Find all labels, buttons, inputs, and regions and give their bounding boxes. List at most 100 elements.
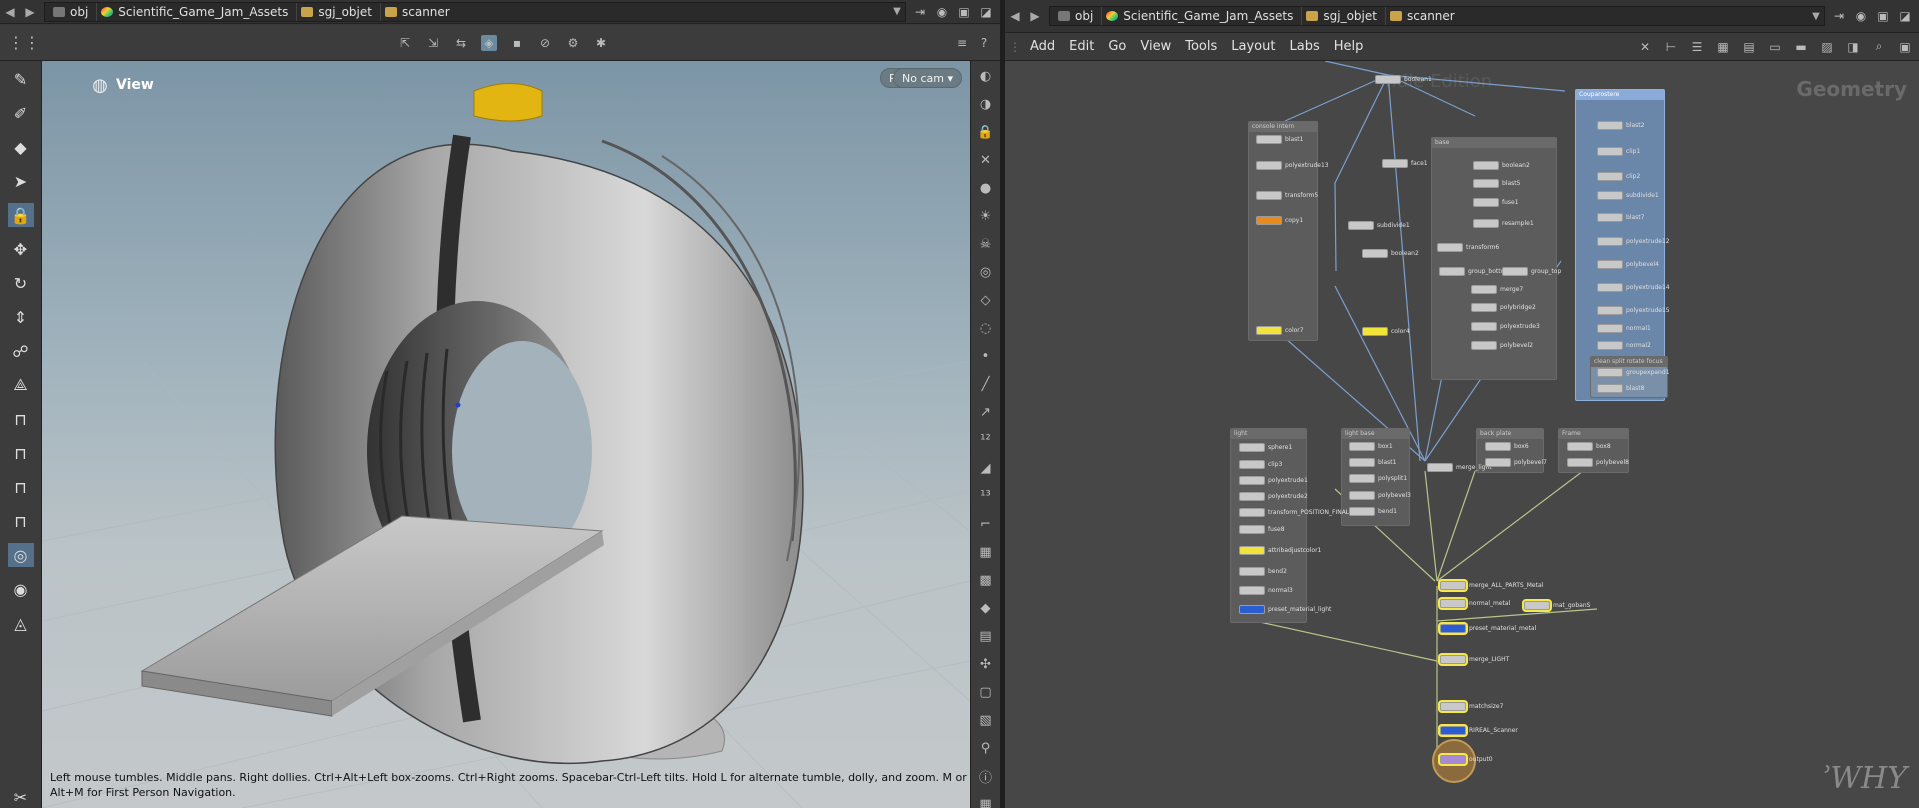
sop-node[interactable]: groupexpand1 bbox=[1597, 368, 1669, 377]
sop-node[interactable]: transform6 bbox=[1437, 243, 1499, 252]
color-palette-icon[interactable]: ▦ bbox=[1715, 39, 1731, 55]
sop-node-output[interactable]: output0 bbox=[1440, 755, 1493, 764]
rotate-tool-icon[interactable]: ↻ bbox=[8, 271, 34, 295]
sop-node[interactable]: fuse8 bbox=[1239, 525, 1285, 534]
light-bulb-icon[interactable]: ☀ bbox=[975, 206, 997, 226]
sop-node[interactable]: polyextrude3 bbox=[1471, 322, 1540, 331]
select-points-icon[interactable]: ⇲ bbox=[425, 35, 441, 51]
network-canvas[interactable]: Geometry Indie Edition console intern ba… bbox=[1005, 61, 1919, 808]
back-arrow-icon[interactable]: ◀ bbox=[0, 5, 20, 19]
normal-icon[interactable]: ↗ bbox=[975, 402, 997, 422]
select-edges-icon[interactable]: ⇆ bbox=[453, 35, 469, 51]
crumb-objet[interactable]: sgj_objet bbox=[297, 2, 381, 21]
sop-node[interactable]: merge_light bbox=[1427, 463, 1492, 472]
sop-node[interactable]: matchsize7 bbox=[1440, 702, 1503, 711]
paint-tool-icon[interactable]: ✐ bbox=[8, 101, 34, 125]
camera-menu[interactable]: No cam ▾ bbox=[893, 68, 962, 88]
select-vertices-icon[interactable]: ▪ bbox=[509, 35, 525, 51]
frame-icon[interactable]: ▢ bbox=[975, 682, 997, 702]
sop-node[interactable]: blast8 bbox=[1597, 384, 1644, 393]
lock-icon[interactable]: 🔒 bbox=[7, 203, 34, 227]
sop-node[interactable]: polyextrude14 bbox=[1597, 283, 1670, 292]
sop-node[interactable]: polybevel3 bbox=[1349, 491, 1411, 500]
wrench-icon[interactable]: ✕ bbox=[1637, 39, 1653, 55]
sop-node[interactable]: face1 bbox=[1382, 159, 1428, 168]
sop-node[interactable]: polysplit1 bbox=[1349, 474, 1407, 483]
snapshot-icon[interactable]: ▧ bbox=[975, 710, 997, 730]
uv-icon[interactable]: ▤ bbox=[975, 626, 997, 646]
sop-node[interactable]: subdivide1 bbox=[1597, 191, 1659, 200]
edge-icon[interactable]: ╱ bbox=[975, 374, 997, 394]
sop-node[interactable]: polybevel8 bbox=[1567, 458, 1629, 467]
sop-node[interactable]: normal_metal bbox=[1440, 599, 1510, 608]
sop-node[interactable]: blast7 bbox=[1597, 213, 1644, 222]
sop-node[interactable]: clip3 bbox=[1239, 460, 1282, 469]
back-arrow-icon[interactable]: ◀ bbox=[1005, 9, 1025, 23]
close-view-icon[interactable]: ✕ bbox=[975, 150, 997, 170]
sop-node[interactable]: attribadjustcolor1 bbox=[1239, 546, 1321, 555]
sop-node[interactable]: preset_material_metal bbox=[1440, 624, 1536, 633]
number-13-icon[interactable]: ¹³ bbox=[975, 486, 997, 506]
sop-node[interactable]: normal1 bbox=[1597, 324, 1651, 333]
camera-view-icon[interactable]: ◎ bbox=[975, 262, 997, 282]
sop-node[interactable]: group_top bbox=[1502, 267, 1561, 276]
sop-node[interactable]: color7 bbox=[1256, 326, 1304, 335]
sop-node[interactable]: resample1 bbox=[1473, 219, 1534, 228]
sop-node[interactable]: polyextrude1 bbox=[1239, 476, 1308, 485]
ortho-icon[interactable]: ◇ bbox=[975, 290, 997, 310]
pin-view-icon[interactable]: ⚲ bbox=[975, 738, 997, 758]
magnet-red-icon[interactable]: ⊓ bbox=[8, 407, 34, 431]
ghost-icon[interactable]: ◐ bbox=[975, 66, 997, 86]
sop-node[interactable]: normal2 bbox=[1597, 341, 1651, 350]
sop-node[interactable]: polybevel4 bbox=[1597, 260, 1659, 269]
render-icon[interactable]: ✱ bbox=[593, 35, 609, 51]
sop-node[interactable]: color4 bbox=[1362, 327, 1410, 336]
ruler-icon[interactable]: ⌐ bbox=[975, 514, 997, 534]
sop-node[interactable]: polyextrude13 bbox=[1256, 161, 1329, 170]
select-arrow-icon[interactable]: ➤ bbox=[8, 169, 34, 193]
list-icon[interactable]: ☰ bbox=[1689, 39, 1705, 55]
sop-node[interactable]: blast5 bbox=[1473, 179, 1520, 188]
sop-node[interactable]: polyextrude15 bbox=[1597, 306, 1670, 315]
sop-node[interactable]: box1 bbox=[1349, 442, 1393, 451]
chevron-down-icon[interactable]: ▼ bbox=[1808, 11, 1824, 22]
brush-tool-icon[interactable]: ✎ bbox=[8, 67, 34, 91]
menu-tools[interactable]: Tools bbox=[1178, 39, 1224, 54]
layout-icon[interactable]: ▦ bbox=[975, 794, 997, 808]
tree-icon[interactable]: ⊢ bbox=[1663, 39, 1679, 55]
checker-icon[interactable]: ▩ bbox=[975, 570, 997, 590]
snap-icon[interactable]: ⚙ bbox=[565, 35, 581, 51]
menu-edit[interactable]: Edit bbox=[1062, 39, 1101, 54]
sop-node[interactable]: blast1 bbox=[1349, 458, 1396, 467]
shape-palette-icon[interactable]: ▤ bbox=[1741, 39, 1757, 55]
pin-icon[interactable]: ⇥ bbox=[912, 4, 928, 20]
light-tool-icon[interactable]: ◬ bbox=[8, 611, 34, 635]
number-12-icon[interactable]: ¹² bbox=[975, 430, 997, 450]
skull-icon[interactable]: ☠ bbox=[975, 234, 997, 254]
no-select-icon[interactable]: ⊘ bbox=[537, 35, 553, 51]
visibility-icon[interactable]: ◑ bbox=[975, 94, 997, 114]
sop-node[interactable]: merge_ALL_PARTS_Metal bbox=[1440, 581, 1543, 590]
sticky-note-icon[interactable]: ▭ bbox=[1767, 39, 1783, 55]
sop-node[interactable]: transform_POSITION_FINAL bbox=[1239, 508, 1349, 517]
menu-help[interactable]: Help bbox=[1327, 39, 1371, 54]
camera-tool-icon[interactable]: ◉ bbox=[8, 577, 34, 601]
sop-node[interactable]: polybevel7 bbox=[1485, 458, 1547, 467]
sop-node[interactable]: RIREAL_Scanner bbox=[1440, 726, 1518, 735]
view-tool-icon[interactable]: ◎ bbox=[7, 543, 34, 567]
sop-node[interactable]: sphere1 bbox=[1239, 443, 1292, 452]
cube-icon[interactable]: ◆ bbox=[975, 598, 997, 618]
magnet-icon[interactable]: ⊓ bbox=[8, 441, 34, 465]
sop-node[interactable]: boolean2 bbox=[1473, 161, 1530, 170]
sop-node[interactable]: blast2 bbox=[1597, 121, 1644, 130]
menu-layout[interactable]: Layout bbox=[1224, 39, 1282, 54]
sop-node[interactable]: bend2 bbox=[1239, 567, 1287, 576]
crumb-obj[interactable]: obj bbox=[49, 2, 98, 21]
sop-node[interactable]: merge_LIGHT bbox=[1440, 655, 1509, 664]
note-icon[interactable]: ▬ bbox=[1793, 39, 1809, 55]
snapshot-icon[interactable]: ▣ bbox=[1897, 39, 1913, 55]
info-icon[interactable]: ⓘ bbox=[975, 766, 997, 786]
menu-labs[interactable]: Labs bbox=[1282, 39, 1326, 54]
wireframe-icon[interactable]: ◌ bbox=[975, 318, 997, 338]
sop-node[interactable]: clip2 bbox=[1597, 172, 1640, 181]
